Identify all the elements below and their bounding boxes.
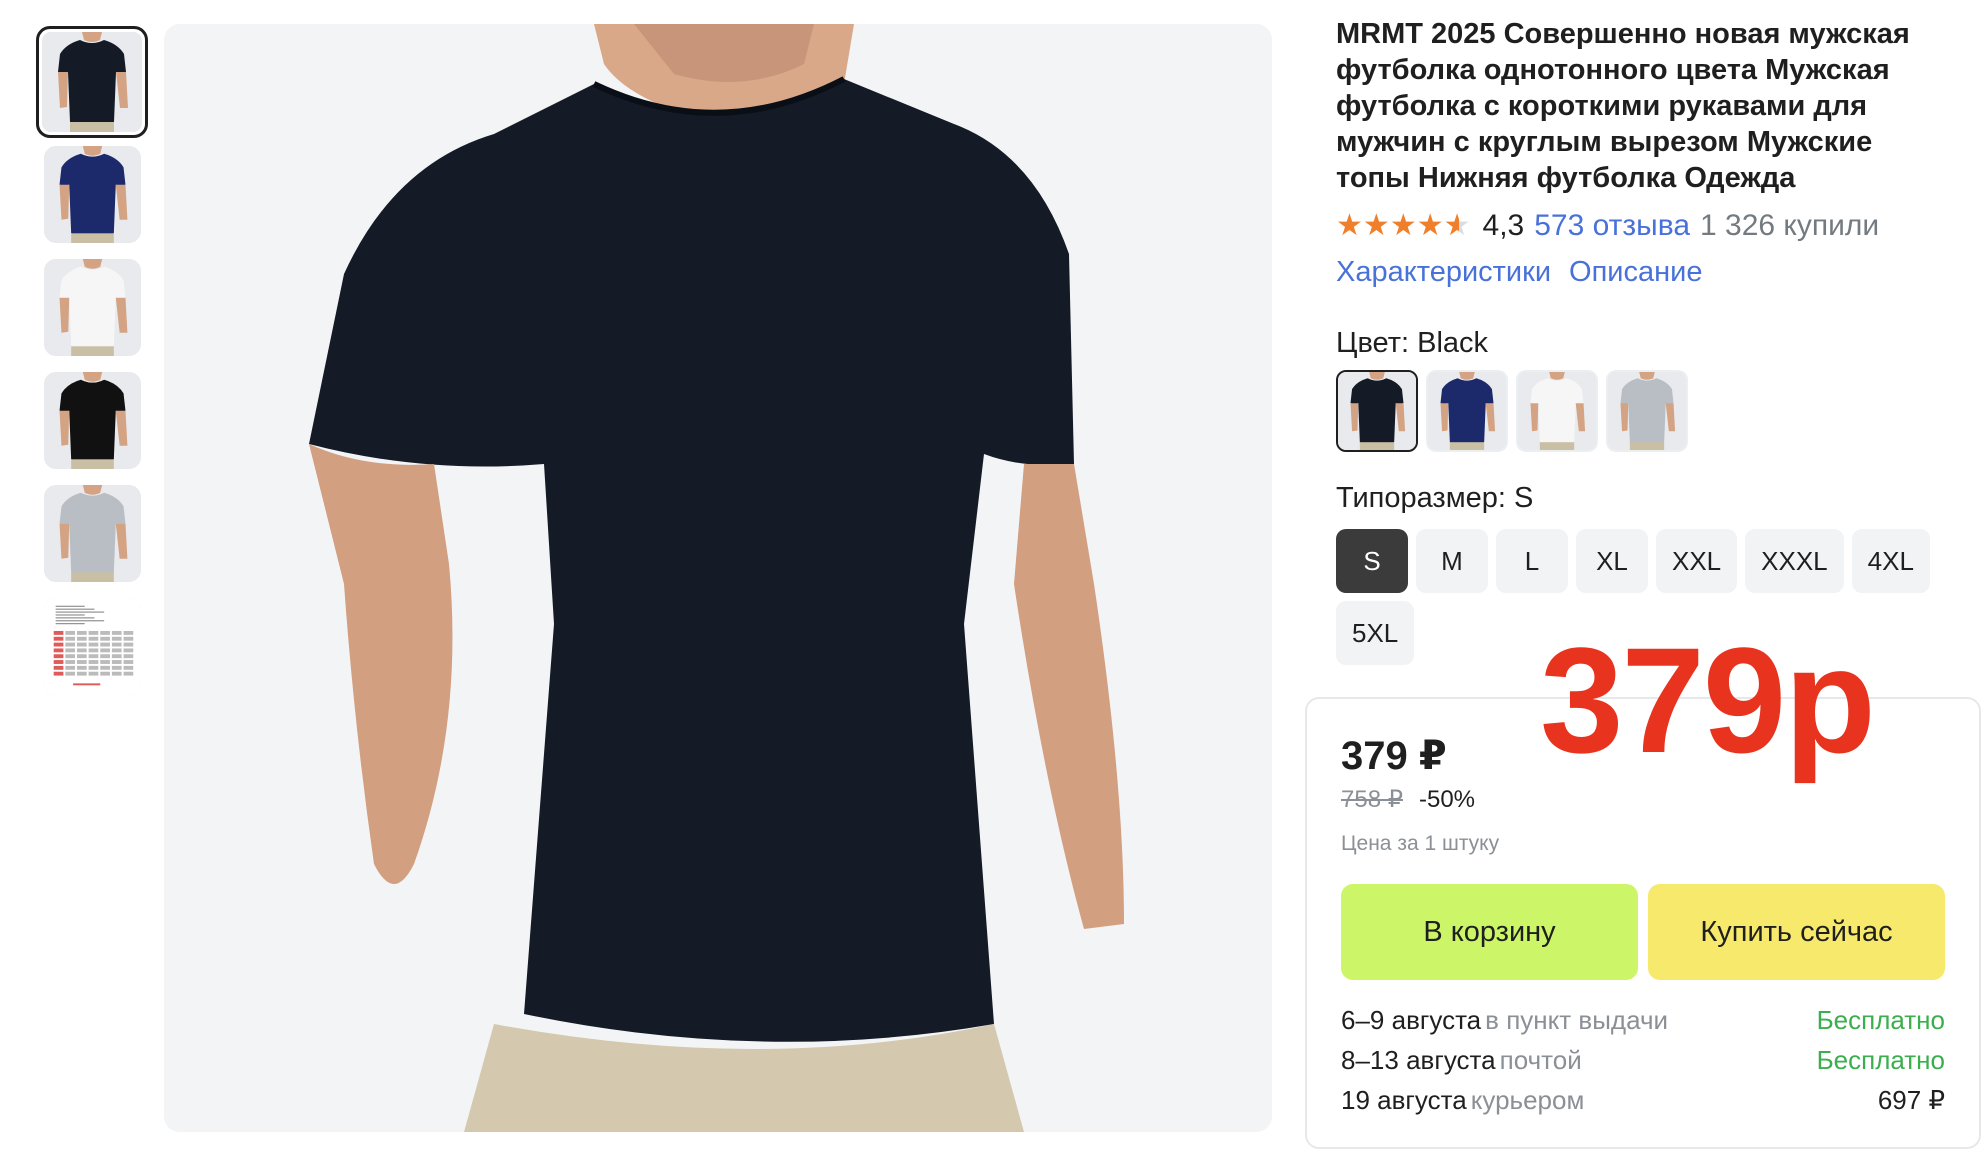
delivery-method: курьером <box>1470 1084 1585 1115</box>
add-to-cart-button[interactable]: В корзину <box>1341 884 1638 980</box>
size-option-l[interactable]: L <box>1496 529 1568 593</box>
thumbnail-image <box>43 259 141 356</box>
star-icon: ★ <box>1389 209 1417 242</box>
color-label: Цвет: Black <box>1336 327 1489 359</box>
reviews-link[interactable]: 573 отзыва <box>1534 209 1690 243</box>
size-option-xxl[interactable]: XXL <box>1656 529 1738 593</box>
product-title: MRMT 2025 Совершенно новая мужская футбо… <box>1336 18 1910 194</box>
old-price: 758 ₽ <box>1341 786 1403 813</box>
thumbnail-1[interactable] <box>36 26 148 138</box>
delivery-when: 6–9 августа в пункт выдачи <box>1341 1005 1668 1036</box>
color-swatch-navy[interactable] <box>1426 370 1508 452</box>
buy-now-button[interactable]: Купить сейчас <box>1648 884 1945 980</box>
star-icon: ★ <box>1416 209 1444 242</box>
delivery-date: 8–13 августа <box>1341 1044 1496 1075</box>
rating-stars: ★ ★ ★ ★ ★ <box>1336 211 1471 241</box>
thumbnail-strip <box>36 26 148 711</box>
bought-count: 1 326 купили <box>1700 209 1880 242</box>
thumbnail-2[interactable] <box>43 146 141 243</box>
thumbnail-image <box>43 146 141 243</box>
delivery-row: 6–9 августа в пункт выдачи Бесплатно <box>1341 1000 1945 1040</box>
size-option-xxxl[interactable]: XXXL <box>1745 529 1844 593</box>
size-option-4xl[interactable]: 4XL <box>1851 529 1930 593</box>
discount-badge: -50% <box>1418 786 1476 813</box>
delivery-method: в пункт выдачи <box>1485 1004 1669 1035</box>
delivery-row: 8–13 августа почтой Бесплатно <box>1341 1040 1945 1080</box>
thumbnail-image <box>43 485 141 582</box>
delivery-row: 19 августа курьером 697 ₽ <box>1341 1080 1945 1120</box>
tshirt-photo <box>164 24 1272 1132</box>
delivery-price: Бесплатно <box>1816 1004 1945 1035</box>
section-links: Характеристики Описание <box>1336 256 1976 289</box>
description-link[interactable]: Описание <box>1569 256 1702 289</box>
size-label: Типоразмер: S <box>1336 482 1534 514</box>
delivery-date: 6–9 августа <box>1341 1004 1482 1035</box>
size-chart-image <box>43 598 141 695</box>
size-option-m[interactable]: M <box>1416 529 1488 593</box>
color-swatch-gray[interactable] <box>1606 370 1688 452</box>
main-product-image[interactable] <box>164 24 1272 1132</box>
overlay-price: 379р <box>1540 616 1876 784</box>
rating-row: ★ ★ ★ ★ ★ 4,3 573 отзыва 1 326 купили <box>1336 208 1976 244</box>
rating-value: 4,3 <box>1482 209 1525 242</box>
thumbnail-image <box>42 32 142 132</box>
delivery-method: почтой <box>1499 1044 1582 1075</box>
delivery-price: Бесплатно <box>1816 1044 1945 1075</box>
size-option-xl[interactable]: XL <box>1576 529 1648 593</box>
size-option-5xl[interactable]: 5XL <box>1336 601 1415 665</box>
price-details: 758 ₽ -50% <box>1341 785 1945 814</box>
star-icon: ★ <box>1362 209 1390 242</box>
thumbnail-4[interactable] <box>43 372 141 469</box>
delivery-options: 6–9 августа в пункт выдачи Бесплатно 8–13 а… <box>1341 1000 1945 1120</box>
color-options <box>1336 370 1976 452</box>
color-swatch-white[interactable] <box>1516 370 1598 452</box>
star-icon: ★ <box>1336 209 1363 242</box>
thumbnail-5[interactable] <box>43 485 141 582</box>
delivery-price: 697 ₽ <box>1877 1084 1945 1115</box>
delivery-when: 8–13 августа почтой <box>1341 1045 1582 1076</box>
product-info-panel: MRMT 2025 Совершенно новая мужская футбо… <box>1336 16 1976 665</box>
thumbnail-image <box>43 372 141 469</box>
action-buttons: В корзину Купить сейчас <box>1341 884 1945 980</box>
thumbnail-6[interactable] <box>43 598 141 695</box>
price-per-unit: Цена за 1 штуку <box>1341 832 1500 855</box>
size-option-s[interactable]: S <box>1336 529 1408 593</box>
thumbnail-3[interactable] <box>43 259 141 356</box>
delivery-when: 19 августа курьером <box>1341 1085 1584 1116</box>
color-swatch-black[interactable] <box>1336 370 1418 452</box>
star-icon: ★ <box>1443 209 1471 242</box>
delivery-date: 19 августа <box>1341 1084 1467 1115</box>
specs-link[interactable]: Характеристики <box>1336 256 1551 289</box>
